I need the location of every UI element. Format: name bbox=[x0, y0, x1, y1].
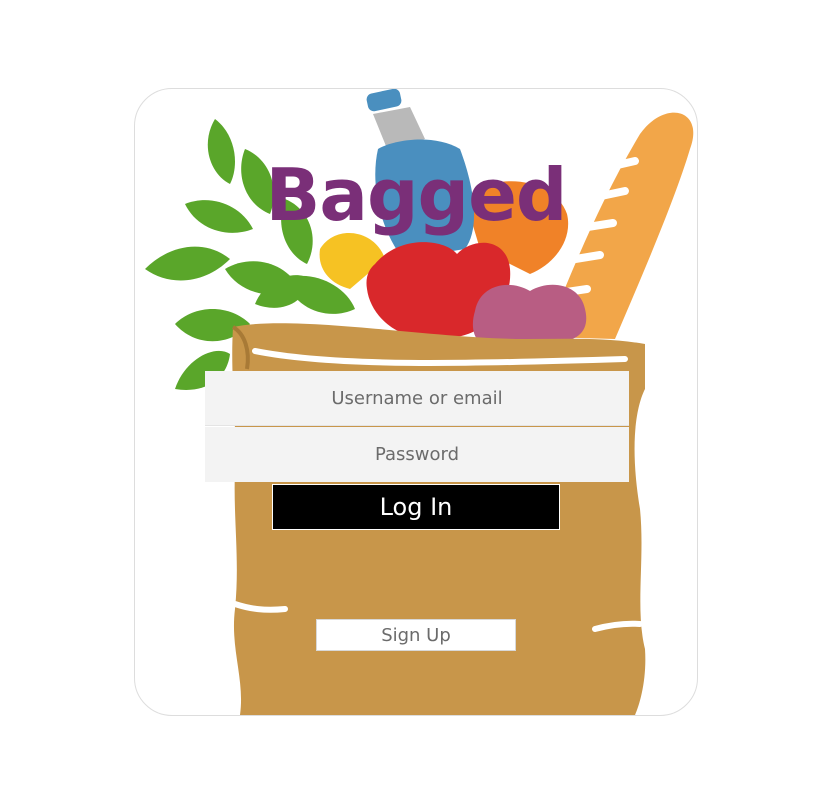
signup-button[interactable]: Sign Up bbox=[316, 619, 516, 651]
login-card: Bagged Log In Sign Up bbox=[134, 88, 698, 716]
login-button[interactable]: Log In bbox=[272, 484, 560, 530]
password-input[interactable] bbox=[205, 427, 629, 482]
plum-icon bbox=[472, 284, 587, 343]
username-input[interactable] bbox=[205, 371, 629, 426]
brand-title: Bagged bbox=[265, 153, 568, 237]
